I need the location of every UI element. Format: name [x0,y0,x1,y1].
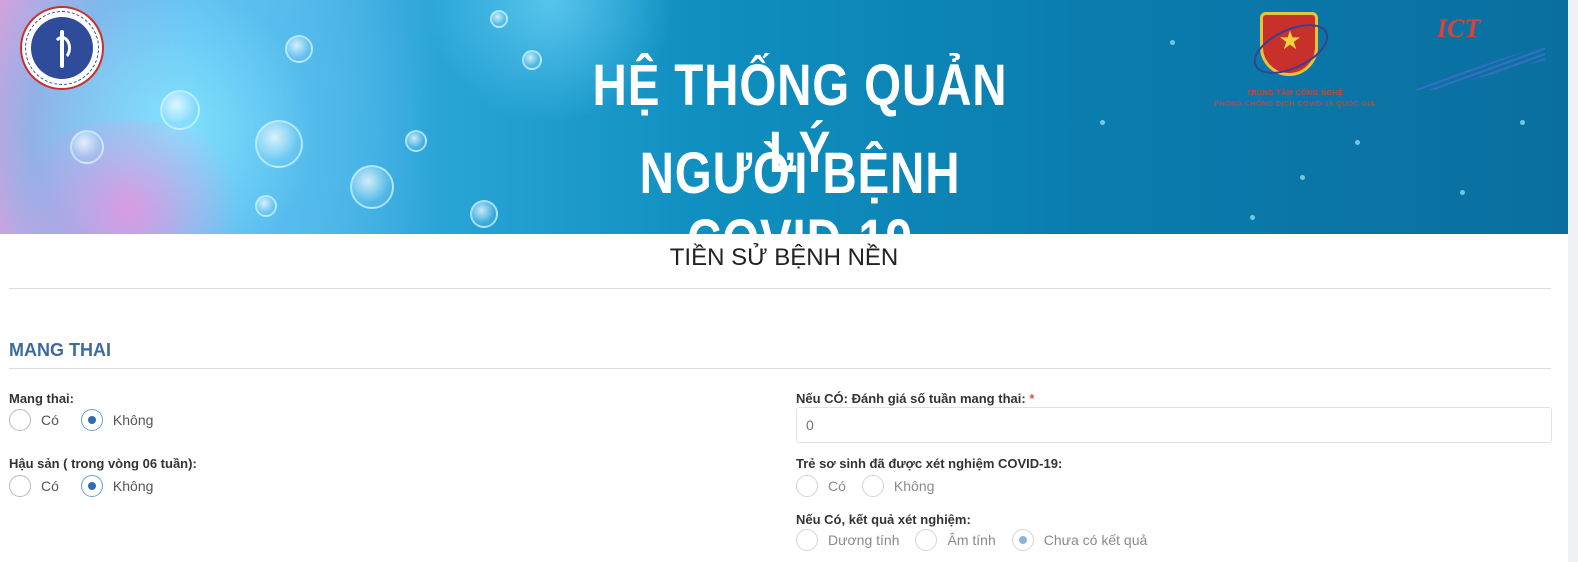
dot-decoration [1300,175,1305,180]
ict-logo: ICT [1405,12,1545,92]
pregnant-option-yes[interactable]: Có [9,409,59,431]
scrollbar-track[interactable] [1568,0,1578,562]
postpartum-option-yes[interactable]: Có [9,475,59,497]
radio-button[interactable] [796,529,818,551]
bubble-decoration [160,90,200,130]
newborn-tested-option-no[interactable]: Không [861,475,935,497]
bubble-decoration [522,50,542,70]
radio-label: Âm tính [947,532,996,548]
test-result-option-negative[interactable]: Âm tính [915,529,996,551]
test-result-radio-group: Dương tính Âm tính Chưa có kết quả [796,528,1157,552]
newborn-tested-radio-group: Có Không [796,474,944,498]
ict-swoosh-icon [1405,45,1545,90]
test-result-label: Nếu Có, kết quả xét nghiệm: [796,512,971,527]
covid-tech-center-logo: ★ TRUNG TÂM CÔNG NGHỆ PHÒNG CHỐNG DỊCH C… [1190,6,1400,110]
pregnant-radio-group: Có Không [9,408,163,432]
page-title: TIỀN SỬ BỆNH NỀN [669,244,899,271]
bubble-decoration [405,130,427,152]
dot-decoration [1355,140,1360,145]
header-banner: HỆ THỐNG QUẢN LÝ NGƯỜI BỆNH COVID-19 ★ T… [0,0,1568,234]
radio-button[interactable] [861,475,884,497]
group-title-pregnancy: MANG THAI [9,340,111,360]
divider [9,368,1551,369]
radio-button[interactable] [9,409,31,431]
radio-label: Chưa có kết quả [1043,532,1148,548]
radio-label: Dương tính [828,532,900,548]
radio-label: Không [112,412,154,428]
radio-button[interactable] [796,475,818,497]
newborn-tested-label: Trẻ sơ sinh đã được xét nghiệm COVID-19: [796,456,1063,471]
radio-button[interactable] [915,529,938,551]
pregnancy-weeks-input[interactable] [796,407,1552,443]
pregnant-option-no[interactable]: Không [80,409,154,431]
radio-label: Có [41,478,59,494]
bubble-decoration [490,10,508,28]
bubble-decoration [255,120,303,168]
divider [9,288,1551,289]
dot-decoration [1520,120,1525,125]
shield-icon: ★ [1246,12,1336,85]
radio-label: Không [112,478,154,494]
radio-button[interactable] [80,409,103,431]
postpartum-label: Hậu sản ( trong vòng 06 tuần): [9,456,197,471]
dot-decoration [1170,40,1175,45]
bubble-decoration [285,35,313,63]
radio-button[interactable] [9,475,31,497]
radio-label: Có [828,478,846,494]
dot-decoration [1250,215,1255,220]
radio-button[interactable] [1011,529,1034,551]
bubble-decoration [350,165,394,209]
ministry-of-health-logo [20,6,104,90]
caduceus-snake-icon [53,36,71,60]
bubble-decoration [70,130,104,164]
pregnancy-weeks-label-text: Nếu CÓ: Đánh giá số tuần mang thai: [796,391,1026,406]
banner-title-line2: NGƯỜI BỆNH COVID-19 [639,141,961,234]
newborn-tested-option-yes[interactable]: Có [796,475,846,497]
dot-decoration [1460,190,1465,195]
pregnant-label: Mang thai: [9,391,74,406]
radio-label: Không [893,478,935,494]
partner-text-line2: PHÒNG CHỐNG DỊCH COVID-19 QUỐC GIA [1214,101,1376,108]
required-mark: * [1029,391,1035,406]
page: HỆ THỐNG QUẢN LÝ NGƯỜI BỆNH COVID-19 ★ T… [0,0,1578,562]
test-result-option-positive[interactable]: Dương tính [796,529,899,551]
radio-label: Có [41,412,59,428]
partner-text-line1: TRUNG TÂM CÔNG NGHỆ [1246,90,1344,97]
ict-logo-text: ICT [1437,14,1481,43]
postpartum-option-no[interactable]: Không [80,475,154,497]
pregnancy-weeks-label: Nếu CÓ: Đánh giá số tuần mang thai: * [796,391,1034,406]
star-icon: ★ [1278,25,1302,55]
test-result-option-pending[interactable]: Chưa có kết quả [1011,529,1148,551]
postpartum-radio-group: Có Không [9,474,163,498]
dot-decoration [1100,120,1105,125]
bubble-decoration [470,200,498,228]
bubble-decoration [255,195,277,217]
radio-button[interactable] [80,475,103,497]
